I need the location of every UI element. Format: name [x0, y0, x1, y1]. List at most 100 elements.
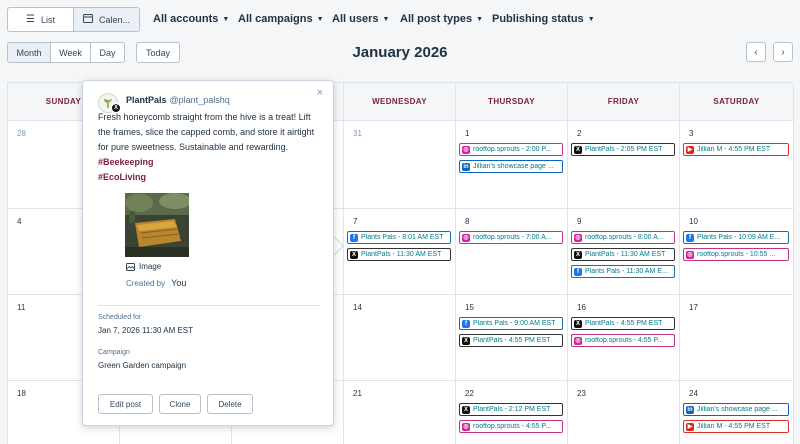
calendar-day-cell[interactable]: 15 f Plants Pals - 9:00 AM EST X PlantPals -… — [456, 295, 568, 381]
calendar-day-cell[interactable]: 31 — [344, 121, 456, 209]
x-icon: X — [350, 250, 358, 259]
scheduled-post-chip[interactable]: f Plants Pals - 10:09 AM E... — [683, 231, 789, 244]
scheduled-post-chip[interactable]: X PlantPals - 2:05 PM EST — [571, 143, 675, 156]
list-icon: ☰ — [26, 14, 35, 25]
list-view-button[interactable]: ☰ List — [8, 8, 73, 31]
delete-button[interactable]: Delete — [207, 394, 253, 414]
calendar-day-cell[interactable]: 10 f Plants Pals - 10:09 AM E... ◎ rooftop.s… — [680, 209, 794, 295]
scheduled-post-chip[interactable]: f Plants Pals - 9:00 AM EST — [459, 317, 563, 330]
calendar-day-cell[interactable]: 21 — [344, 381, 456, 444]
close-icon[interactable]: × — [317, 87, 323, 99]
post-chip-label: Jillian's showcase page ... — [697, 406, 778, 413]
scheduled-value: Jan 7, 2026 11:30 AM EST — [98, 326, 194, 335]
post-image-thumbnail[interactable] — [125, 193, 189, 257]
day-number: 2 — [577, 129, 582, 138]
scheduled-post-chip[interactable]: in Jillian's showcase page ... — [459, 160, 563, 173]
edit-post-button[interactable]: Edit post — [98, 394, 153, 414]
list-view-label: List — [40, 14, 55, 25]
accounts-filter[interactable]: All accounts ▼ — [153, 13, 229, 25]
scheduled-post-chip[interactable]: ◎ rooftop.sprouts - 7:00 A... — [459, 231, 563, 244]
day-of-week-header: THURSDAY — [456, 83, 568, 121]
post-types-filter[interactable]: All post types ▼ — [400, 13, 483, 25]
facebook-icon: f — [350, 233, 358, 242]
campaigns-filter[interactable]: All campaigns ▼ — [238, 13, 324, 25]
calendar-day-cell[interactable]: 3 ▶ Jillian M - 4:55 PM EST — [680, 121, 794, 209]
next-month-button[interactable]: › — [773, 42, 793, 62]
caret-down-icon: ▼ — [382, 15, 390, 23]
day-number: 23 — [577, 389, 586, 398]
clone-button[interactable]: Clone — [159, 394, 201, 414]
scheduled-post-chip[interactable]: X PlantPals - 11:30 AM EST — [347, 248, 451, 261]
month-title: January 2026 — [352, 44, 448, 61]
scheduled-post-chip[interactable]: ◎ rooftop.sprouts - 10:55 ... — [683, 248, 789, 261]
media-type: Image — [126, 262, 161, 271]
scheduled-post-chip[interactable]: ▶ Jillian M - 4:55 PM EST — [683, 143, 789, 156]
post-chip-label: PlantPals - 11:30 AM EST — [585, 251, 666, 258]
facebook-icon: f — [574, 267, 582, 276]
scheduled-post-chip[interactable]: X PlantPals - 4:55 PM EST — [571, 317, 675, 330]
scheduled-post-chip[interactable]: ◎ rooftop.sprouts - 2:00 P... — [459, 143, 563, 156]
caret-down-icon: ▼ — [476, 15, 484, 23]
instagram-icon: ◎ — [574, 233, 582, 242]
calendar-day-cell[interactable]: 16 X PlantPals - 4:55 PM EST ◎ rooftop.sprou… — [568, 295, 680, 381]
calendar-day-cell[interactable]: 1 ◎ rooftop.sprouts - 2:00 P... in Jillian's… — [456, 121, 568, 209]
day-of-week-header: WEDNESDAY — [344, 83, 456, 121]
calendar-day-cell[interactable]: 24 in Jillian's showcase page ... ▶ Jillian … — [680, 381, 794, 444]
scheduled-post-chip[interactable]: X PlantPals - 4:55 PM EST — [459, 334, 563, 347]
account-header: PlantPals @plant_palshq — [126, 95, 230, 105]
calendar-day-cell[interactable]: 8 ◎ rooftop.sprouts - 7:00 A... — [456, 209, 568, 295]
day-number: 17 — [689, 303, 698, 312]
day-number: 11 — [17, 303, 26, 312]
image-icon — [126, 262, 135, 271]
post-chip-label: PlantPals - 11:30 AM EST — [361, 251, 442, 258]
scheduled-post-chip[interactable]: X PlantPals - 11:30 AM EST — [571, 248, 675, 261]
facebook-icon: f — [686, 233, 694, 242]
post-chip-label: Jillian's showcase page ... — [473, 163, 554, 170]
x-icon: X — [574, 145, 582, 154]
day-number: 1 — [465, 129, 470, 138]
linkedin-icon: in — [462, 162, 470, 171]
day-number: 18 — [17, 389, 26, 398]
hashtag[interactable]: #Beekeeping — [98, 157, 154, 167]
top-toolbar: ☰ List Calen... All accounts ▼ All campai… — [0, 0, 800, 40]
scheduled-post-chip[interactable]: f Plants Pals - 8:01 AM EST — [347, 231, 451, 244]
calendar-day-cell[interactable]: 23 — [568, 381, 680, 444]
calendar-view-button[interactable]: Calen... — [73, 8, 139, 31]
post-chip-label: PlantPals - 4:55 PM EST — [473, 337, 551, 344]
scheduled-post-chip[interactable]: ◎ rooftop.sprouts - 8:00 A... — [571, 231, 675, 244]
day-number: 3 — [689, 129, 694, 138]
scheduled-post-chip[interactable]: in Jillian's showcase page ... — [683, 403, 789, 416]
account-name: PlantPals — [126, 95, 167, 105]
account-handle: @plant_palshq — [169, 95, 230, 105]
hashtag[interactable]: #EcoLiving — [98, 172, 146, 182]
scheduled-post-chip[interactable]: ◎ rooftop.sprouts - 4:55 P... — [459, 420, 563, 433]
campaign-value: Green Garden campaign — [98, 361, 187, 370]
scheduled-post-chip[interactable]: X PlantPals - 2:12 PM EST — [459, 403, 563, 416]
day-of-week-header: SATURDAY — [680, 83, 794, 121]
youtube-icon: ▶ — [686, 145, 694, 154]
post-chip-label: Plants Pals - 11:30 AM E... — [585, 268, 668, 275]
day-number: 4 — [17, 217, 22, 226]
scheduled-post-chip[interactable]: ▶ Jillian M - 4:55 PM EST — [683, 420, 789, 433]
scheduled-post-chip[interactable]: ◎ rooftop.sprouts - 4:55 P... — [571, 334, 675, 347]
post-chip-label: rooftop.sprouts - 2:00 P... — [473, 146, 552, 153]
day-number: 7 — [353, 217, 358, 226]
post-chip-label: rooftop.sprouts - 8:00 A... — [585, 234, 664, 241]
calendar-day-cell[interactable]: 2 X PlantPals - 2:05 PM EST — [568, 121, 680, 209]
x-icon: X — [462, 336, 470, 345]
created-by-label: Created by — [126, 279, 166, 288]
post-chip-label: rooftop.sprouts - 4:55 P... — [473, 423, 552, 430]
calendar-day-cell[interactable]: 17 — [680, 295, 794, 381]
scheduled-post-chip[interactable]: f Plants Pals - 11:30 AM E... — [571, 265, 675, 278]
calendar-day-cell[interactable]: 9 ◎ rooftop.sprouts - 8:00 A... X PlantPals … — [568, 209, 680, 295]
prev-month-button[interactable]: ‹ — [746, 42, 766, 62]
day-number: 15 — [465, 303, 474, 312]
calendar-day-cell[interactable]: 14 — [344, 295, 456, 381]
calendar-day-cell[interactable]: 7 f Plants Pals - 8:01 AM EST X PlantPals - … — [344, 209, 456, 295]
day-number: 24 — [689, 389, 698, 398]
post-chip-label: Jillian M - 4:55 PM EST — [697, 423, 771, 430]
users-filter[interactable]: All users ▼ — [332, 13, 389, 25]
publishing-status-filter[interactable]: Publishing status ▼ — [492, 13, 595, 25]
divider — [98, 305, 320, 306]
calendar-day-cell[interactable]: 22 X PlantPals - 2:12 PM EST ◎ rooftop.sprou… — [456, 381, 568, 444]
